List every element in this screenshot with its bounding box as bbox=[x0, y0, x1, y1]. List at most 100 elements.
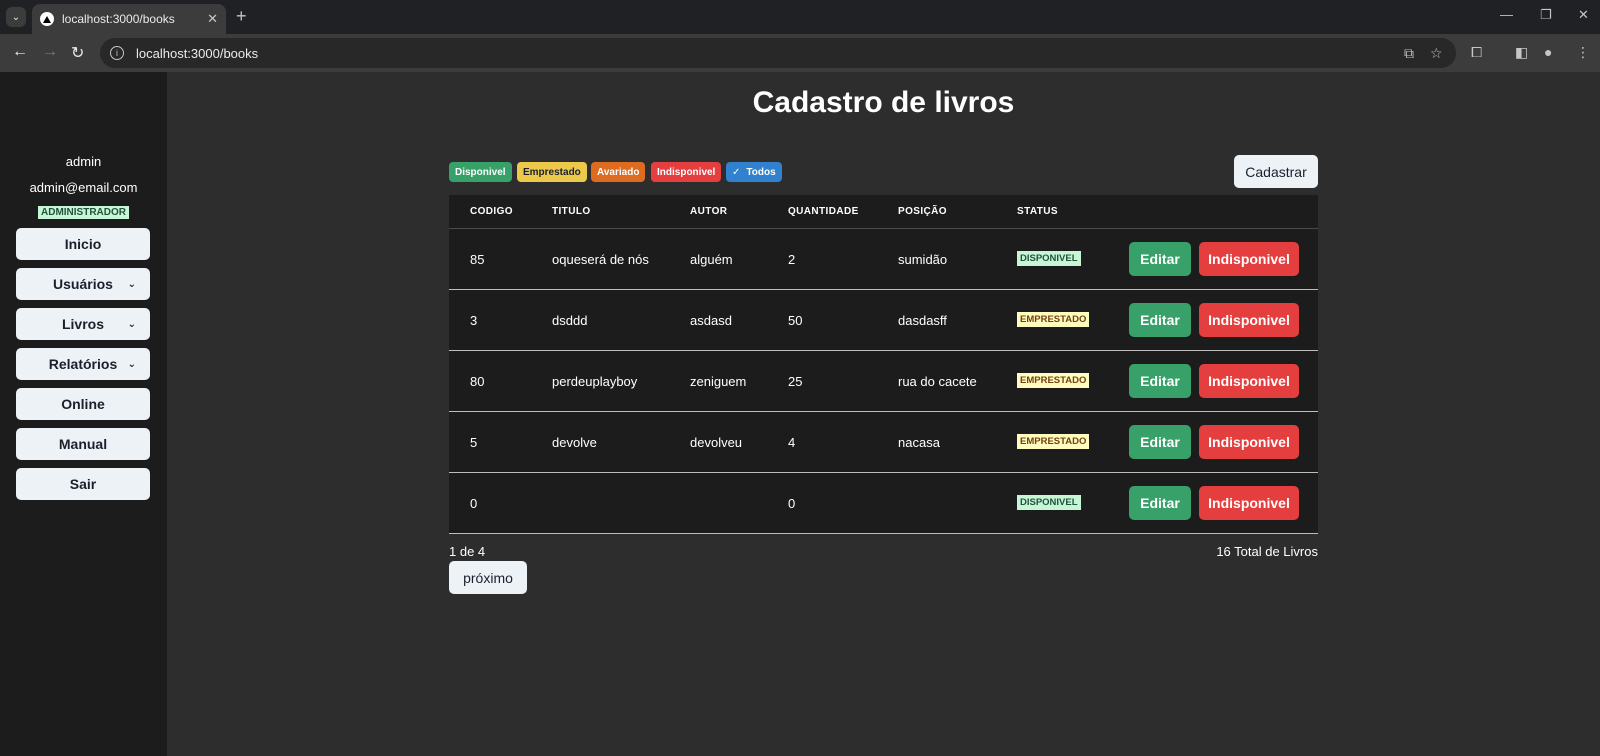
close-window-icon[interactable]: ✕ bbox=[1578, 7, 1589, 23]
nextjs-favicon-icon bbox=[40, 12, 54, 26]
table-row: 85 oqueserá de nós alguém 2 sumidão DISP… bbox=[449, 229, 1318, 290]
menu-icon[interactable]: ⋮ bbox=[1576, 44, 1590, 61]
cell-codigo: 5 bbox=[470, 435, 478, 450]
cell-posicao: dasdasff bbox=[898, 313, 947, 328]
column-header-autor: AUTOR bbox=[690, 206, 728, 217]
sidebar-item-sair[interactable]: Sair bbox=[16, 468, 150, 500]
page-info: 1 de 4 bbox=[449, 544, 486, 559]
total-books: 16 Total de Livros bbox=[1216, 544, 1318, 559]
edit-button[interactable]: Editar bbox=[1129, 242, 1191, 276]
edit-button[interactable]: Editar bbox=[1129, 486, 1191, 520]
bookmark-star-icon[interactable]: ☆ bbox=[1430, 45, 1443, 62]
cell-titulo: oqueserá de nós bbox=[552, 252, 649, 267]
table-row: 80 perdeuplayboy zeniguem 25 rua do cace… bbox=[449, 351, 1318, 412]
minimize-icon[interactable]: — bbox=[1500, 7, 1513, 22]
extensions-icon[interactable]: ⧠ bbox=[1471, 44, 1482, 61]
indisponivel-button[interactable]: Indisponivel bbox=[1199, 303, 1299, 337]
chevron-down-icon: ⌄ bbox=[127, 278, 136, 290]
sidebar-item-label: Manual bbox=[58, 436, 108, 452]
table-row: 3 dsddd asdasd 50 dasdasff EMPRESTADO Ed… bbox=[449, 290, 1318, 351]
edit-button[interactable]: Editar bbox=[1129, 364, 1191, 398]
sidebar-item-inicio[interactable]: Inicio bbox=[16, 228, 150, 260]
cell-titulo: perdeuplayboy bbox=[552, 374, 638, 389]
address-bar[interactable]: i localhost:3000/books ⧉ ☆ bbox=[100, 38, 1456, 68]
cell-quantidade: 50 bbox=[788, 313, 803, 328]
sidebar-item-manual[interactable]: Manual bbox=[16, 428, 150, 460]
status-badge: EMPRESTADO bbox=[1017, 373, 1090, 388]
filter-disponivel[interactable]: Disponivel bbox=[449, 162, 512, 182]
check-icon: ✓ bbox=[732, 166, 741, 178]
cell-titulo: devolve bbox=[552, 435, 597, 450]
edit-button[interactable]: Editar bbox=[1129, 425, 1191, 459]
cell-codigo: 3 bbox=[470, 313, 478, 328]
cell-quantidade: 4 bbox=[788, 435, 796, 450]
new-tab-icon[interactable]: + bbox=[236, 6, 247, 27]
cell-quantidade: 2 bbox=[788, 252, 796, 267]
cadastrar-button[interactable]: Cadastrar bbox=[1234, 155, 1318, 188]
table-header: CODIGO TITULO AUTOR QUANTIDADE POSIÇÃO S… bbox=[449, 195, 1318, 229]
side-panel-icon[interactable]: ◧ bbox=[1515, 44, 1528, 61]
site-info-icon[interactable]: i bbox=[110, 46, 124, 60]
page-title: Cadastro de livros bbox=[752, 86, 1015, 119]
sidebar-item-label: Sair bbox=[69, 476, 97, 492]
filter-todos[interactable]: ✓ Todos bbox=[726, 162, 782, 182]
cell-posicao: nacasa bbox=[898, 435, 940, 450]
back-icon[interactable]: ← bbox=[12, 43, 28, 61]
indisponivel-button[interactable]: Indisponivel bbox=[1199, 364, 1299, 398]
cell-titulo: dsddd bbox=[552, 313, 588, 328]
column-header-status: STATUS bbox=[1017, 206, 1058, 217]
sidebar-item-label: Relatórios bbox=[48, 356, 118, 372]
sidebar: admin admin@email.com ADMINISTRADOR Inic… bbox=[0, 72, 167, 756]
cell-quantidade: 25 bbox=[788, 374, 803, 389]
status-badge: EMPRESTADO bbox=[1017, 434, 1090, 449]
indisponivel-button[interactable]: Indisponivel bbox=[1199, 486, 1299, 520]
chevron-down-icon: ⌄ bbox=[127, 358, 136, 370]
translate-icon[interactable]: ⧉ bbox=[1404, 45, 1414, 62]
role-badge: ADMINISTRADOR bbox=[38, 206, 129, 219]
reload-icon[interactable]: ↻ bbox=[71, 43, 84, 63]
user-email: admin@email.com bbox=[29, 180, 138, 195]
table-row: 5 devolve devolveu 4 nacasa EMPRESTADO E… bbox=[449, 412, 1318, 473]
url-text: localhost:3000/books bbox=[136, 45, 259, 61]
browser-tab-bar: ⌄ localhost:3000/books ✕ + — ❐ ✕ bbox=[0, 0, 1600, 34]
indisponivel-button[interactable]: Indisponivel bbox=[1199, 242, 1299, 276]
table-row: 0 0 DISPONIVEL Editar Indisponivel bbox=[449, 473, 1318, 534]
column-header-codigo: CODIGO bbox=[470, 206, 513, 217]
status-badge: DISPONIVEL bbox=[1017, 495, 1081, 510]
sidebar-item-label: Usuários bbox=[53, 276, 113, 292]
cell-autor: asdasd bbox=[690, 313, 732, 328]
user-name: admin bbox=[65, 154, 102, 169]
sidebar-item-label: Online bbox=[61, 396, 105, 412]
browser-toolbar: ← → ↻ i localhost:3000/books ⧉ ☆ bbox=[0, 34, 1600, 72]
cell-autor: zeniguem bbox=[690, 374, 747, 389]
column-header-titulo: TITULO bbox=[552, 206, 591, 217]
cell-autor: devolveu bbox=[690, 435, 743, 450]
sidebar-item-online[interactable]: Online bbox=[16, 388, 150, 420]
forward-icon[interactable]: → bbox=[42, 43, 58, 61]
filter-avariado[interactable]: Avariado bbox=[591, 162, 646, 182]
indisponivel-button[interactable]: Indisponivel bbox=[1199, 425, 1299, 459]
column-header-posicao: POSIÇÃO bbox=[898, 206, 947, 217]
books-table: CODIGO TITULO AUTOR QUANTIDADE POSIÇÃO S… bbox=[449, 195, 1318, 534]
cell-autor: alguém bbox=[690, 252, 733, 267]
sidebar-item-livros[interactable]: Livros ⌄ bbox=[16, 308, 150, 340]
status-badge: DISPONIVEL bbox=[1017, 251, 1081, 266]
sidebar-item-usuarios[interactable]: Usuários ⌄ bbox=[16, 268, 150, 300]
sidebar-item-relatorios[interactable]: Relatórios ⌄ bbox=[16, 348, 150, 380]
tab-title: localhost:3000/books bbox=[62, 12, 175, 26]
status-badge: EMPRESTADO bbox=[1017, 312, 1090, 327]
cell-codigo: 85 bbox=[470, 252, 485, 267]
restore-icon[interactable]: ❐ bbox=[1540, 7, 1552, 23]
filter-indisponivel[interactable]: Indisponivel bbox=[651, 162, 722, 182]
close-tab-icon[interactable]: ✕ bbox=[207, 11, 218, 27]
browser-tab[interactable]: localhost:3000/books ✕ bbox=[32, 4, 226, 34]
next-page-button[interactable]: próximo bbox=[449, 561, 527, 594]
edit-button[interactable]: Editar bbox=[1129, 303, 1191, 337]
cell-codigo: 80 bbox=[470, 374, 485, 389]
filter-emprestado[interactable]: Emprestado bbox=[517, 162, 587, 182]
tab-search-chevron-icon[interactable]: ⌄ bbox=[6, 7, 26, 27]
cell-posicao: sumidão bbox=[898, 252, 948, 267]
profile-icon[interactable]: ● bbox=[1544, 44, 1552, 60]
cell-quantidade: 0 bbox=[788, 496, 796, 511]
cell-codigo: 0 bbox=[470, 496, 478, 511]
